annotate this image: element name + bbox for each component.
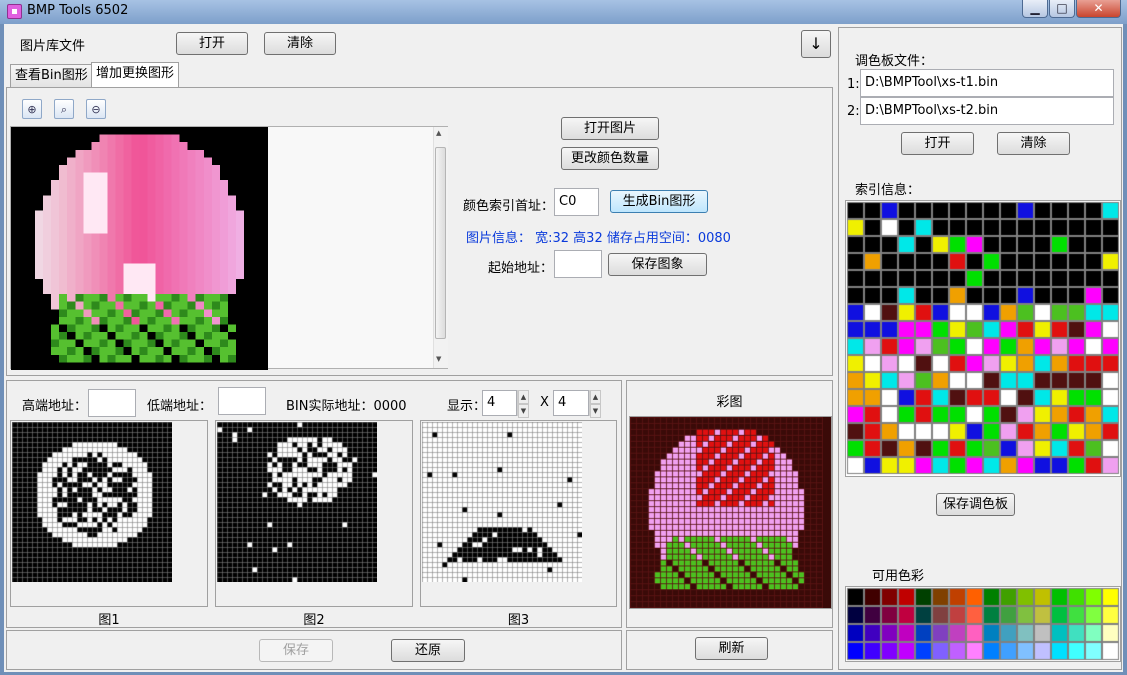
- tab-add-replace[interactable]: 增加更换图形: [91, 62, 180, 87]
- palette-file-2-number: 2:: [847, 104, 860, 119]
- index-info-label: 索引信息：: [855, 183, 921, 198]
- generate-bin-button[interactable]: 生成Bin图形: [610, 190, 708, 213]
- close-button[interactable]: ✕: [1076, 0, 1121, 18]
- index-grid[interactable]: [845, 200, 1121, 477]
- restore-button[interactable]: 还原: [391, 639, 465, 662]
- palette-file-1-number: 1:: [847, 77, 860, 92]
- palette-file-1-input[interactable]: D:\BMPTool\xs-t1.bin: [860, 69, 1114, 97]
- bin-view-1[interactable]: [10, 420, 208, 607]
- color-image-title: 彩图: [716, 395, 743, 410]
- minimize-button[interactable]: ▁: [1022, 0, 1048, 18]
- image-info: 图片信息： 宽:32 高32 储存占用空间：0080: [466, 231, 731, 246]
- save-bin-button[interactable]: 保存: [259, 639, 333, 662]
- caption-2: 图2: [303, 613, 325, 628]
- change-colors-button[interactable]: 更改颜色数量: [561, 147, 659, 170]
- palette-file-label: 调色板文件：: [855, 54, 934, 69]
- tab-view-bin[interactable]: 查看Bin图形: [10, 64, 93, 87]
- high-address-input[interactable]: [88, 389, 136, 417]
- color-bitmap: [630, 417, 823, 608]
- scroll-down-icon[interactable]: ▼: [436, 355, 441, 363]
- color-index-input[interactable]: C0: [554, 188, 599, 216]
- spin-down-icon[interactable]: ▼: [590, 404, 601, 418]
- available-color-cells: [846, 587, 1120, 661]
- low-address-label: 低端地址：: [147, 399, 213, 414]
- bin-bitmap-2: [217, 422, 377, 582]
- bin-bitmap-3: [422, 422, 582, 582]
- bin-actual-address: BIN实际地址：0000: [286, 399, 407, 414]
- index-color-cells: [846, 201, 1120, 476]
- palette-file-2-input[interactable]: D:\BMPTool\xs-t2.bin: [860, 97, 1114, 125]
- bin-view-3[interactable]: [420, 420, 617, 607]
- peach-image: [11, 127, 268, 370]
- scroll-thumb[interactable]: [435, 147, 446, 339]
- zoom-out-icon[interactable]: ⊖: [86, 99, 106, 119]
- spin-down-icon[interactable]: ▼: [518, 404, 529, 418]
- spin-up-icon[interactable]: ▲: [590, 390, 601, 404]
- window-title: BMP Tools 6502: [27, 3, 129, 18]
- available-colors-grid[interactable]: [845, 586, 1121, 662]
- library-label: 图片库文件: [20, 39, 86, 54]
- times-label: X: [540, 395, 549, 410]
- arrow-down-button[interactable]: ↓: [801, 30, 831, 58]
- library-clear-button[interactable]: 清除: [264, 32, 336, 55]
- title-bar: BMP Tools 6502 ▁ □ ✕: [0, 0, 1127, 24]
- scroll-up-icon[interactable]: ▲: [436, 129, 441, 137]
- display-width-spinner[interactable]: ▲ ▼: [517, 390, 529, 418]
- caption-3: 图3: [507, 613, 530, 628]
- low-address-input[interactable]: [218, 387, 266, 415]
- app-icon: [7, 4, 22, 19]
- start-address-input[interactable]: [554, 250, 602, 278]
- color-index-label: 颜色索引首址：: [463, 199, 555, 214]
- palette-clear-button[interactable]: 清除: [997, 132, 1070, 155]
- save-palette-button[interactable]: 保存调色板: [936, 493, 1015, 516]
- spin-up-icon[interactable]: ▲: [518, 390, 529, 404]
- color-image-view[interactable]: [629, 416, 832, 609]
- image-viewer[interactable]: ▲ ▼: [10, 126, 448, 370]
- maximize-button[interactable]: □: [1049, 0, 1075, 18]
- zoom-icon[interactable]: ⌕: [54, 99, 74, 119]
- start-address-label: 起始地址：: [488, 261, 554, 276]
- display-height-spinner[interactable]: ▲ ▼: [589, 390, 601, 418]
- display-height-input[interactable]: 4: [553, 390, 589, 416]
- display-label: 显示：: [447, 399, 487, 414]
- library-open-button[interactable]: 打开: [176, 32, 248, 55]
- save-image-button[interactable]: 保存图象: [608, 253, 707, 276]
- refresh-button[interactable]: 刷新: [695, 637, 768, 660]
- caption-1: 图1: [98, 613, 120, 628]
- image-scrollbar[interactable]: ▲ ▼: [433, 127, 448, 368]
- open-image-button[interactable]: 打开图片: [561, 117, 659, 140]
- available-colors-label: 可用色彩: [872, 569, 925, 584]
- zoom-in-icon[interactable]: ⊕: [22, 99, 42, 119]
- high-address-label: 高端地址：: [22, 399, 88, 414]
- display-width-input[interactable]: 4: [482, 390, 517, 416]
- bin-view-2[interactable]: [215, 420, 413, 607]
- bin-bitmap-1: [12, 422, 172, 582]
- palette-open-button[interactable]: 打开: [901, 132, 974, 155]
